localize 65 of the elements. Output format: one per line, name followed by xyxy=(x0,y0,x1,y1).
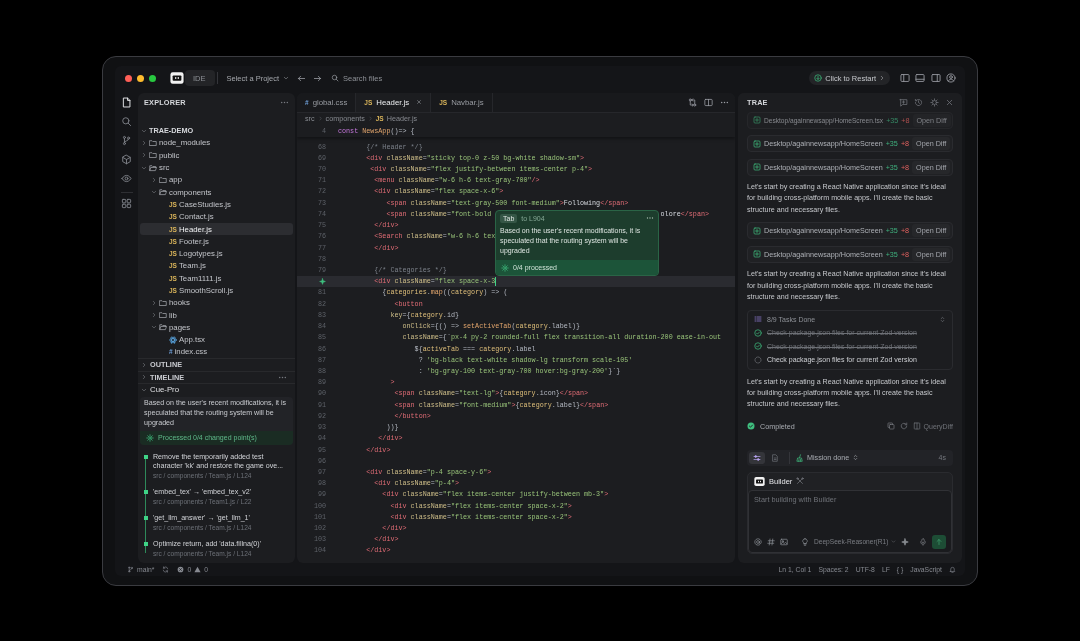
sparkle-icon[interactable] xyxy=(901,537,910,546)
book-icon xyxy=(912,422,921,431)
search-icon xyxy=(331,74,339,82)
compare-icon[interactable] xyxy=(688,97,697,107)
broom-icon xyxy=(796,453,804,462)
mode-toggle[interactable] xyxy=(749,451,765,464)
restart-icon xyxy=(814,74,823,82)
check-circle-icon xyxy=(747,422,755,431)
atom-icon xyxy=(169,335,177,344)
minimize-window-button[interactable] xyxy=(137,74,144,82)
back-arrow-icon[interactable] xyxy=(297,73,306,83)
mention-icon[interactable] xyxy=(754,537,762,546)
plus-square-icon xyxy=(753,250,761,259)
sync-icon[interactable] xyxy=(162,565,170,573)
expand-icon xyxy=(852,454,860,461)
expand-icon[interactable] xyxy=(939,315,946,323)
new-chat-icon[interactable] xyxy=(898,97,908,107)
folder-icon xyxy=(149,163,157,172)
branch-icon[interactable] xyxy=(127,565,134,573)
hash-icon[interactable] xyxy=(767,537,775,546)
split-editor-icon[interactable] xyxy=(704,97,713,107)
chevron-icon xyxy=(891,539,897,544)
image-icon[interactable] xyxy=(780,537,788,546)
tools-icon[interactable] xyxy=(796,477,805,485)
history-icon[interactable] xyxy=(914,97,923,107)
error-icon xyxy=(177,565,185,573)
bell-icon[interactable] xyxy=(949,565,956,573)
document-icon xyxy=(771,453,779,462)
settings-icon[interactable] xyxy=(929,97,939,107)
sparkle-icon[interactable] xyxy=(319,277,326,285)
forward-arrow-icon[interactable] xyxy=(313,73,322,83)
sliders-icon xyxy=(753,453,761,462)
chevron-icon xyxy=(283,75,290,81)
arrow-up-icon xyxy=(935,537,944,546)
close-icon[interactable] xyxy=(416,99,423,105)
right-panel-icon[interactable] xyxy=(930,73,941,83)
close-icon[interactable] xyxy=(945,97,954,107)
folder-icon xyxy=(159,175,167,184)
chevron-icon xyxy=(317,116,323,121)
burst-icon xyxy=(501,263,509,272)
burst-icon xyxy=(146,433,154,442)
chevron-icon xyxy=(367,116,373,121)
list-icon xyxy=(754,315,762,324)
copy-icon[interactable] xyxy=(886,422,895,431)
logo-icon xyxy=(754,475,765,487)
chevron-icon xyxy=(879,75,885,81)
account-icon[interactable] xyxy=(946,73,956,83)
left-panel-icon[interactable] xyxy=(899,73,910,83)
plus-square-icon xyxy=(753,163,761,171)
text-cursor xyxy=(495,276,497,286)
plus-square-icon xyxy=(753,116,761,124)
microphone-icon[interactable] xyxy=(919,537,928,546)
send-button[interactable] xyxy=(932,534,946,549)
bottom-panel-icon[interactable] xyxy=(915,73,925,83)
maximize-window-button[interactable] xyxy=(149,74,156,82)
folder-icon xyxy=(159,188,167,197)
more-icon[interactable] xyxy=(646,214,654,222)
refresh-icon[interactable] xyxy=(899,422,908,431)
plus-square-icon xyxy=(753,139,761,148)
plus-square-icon xyxy=(753,226,761,235)
close-window-button[interactable] xyxy=(125,74,132,82)
logo-icon xyxy=(170,71,184,85)
folder-icon xyxy=(159,323,167,332)
bulb-icon[interactable] xyxy=(801,537,809,546)
warning-icon xyxy=(194,565,202,573)
